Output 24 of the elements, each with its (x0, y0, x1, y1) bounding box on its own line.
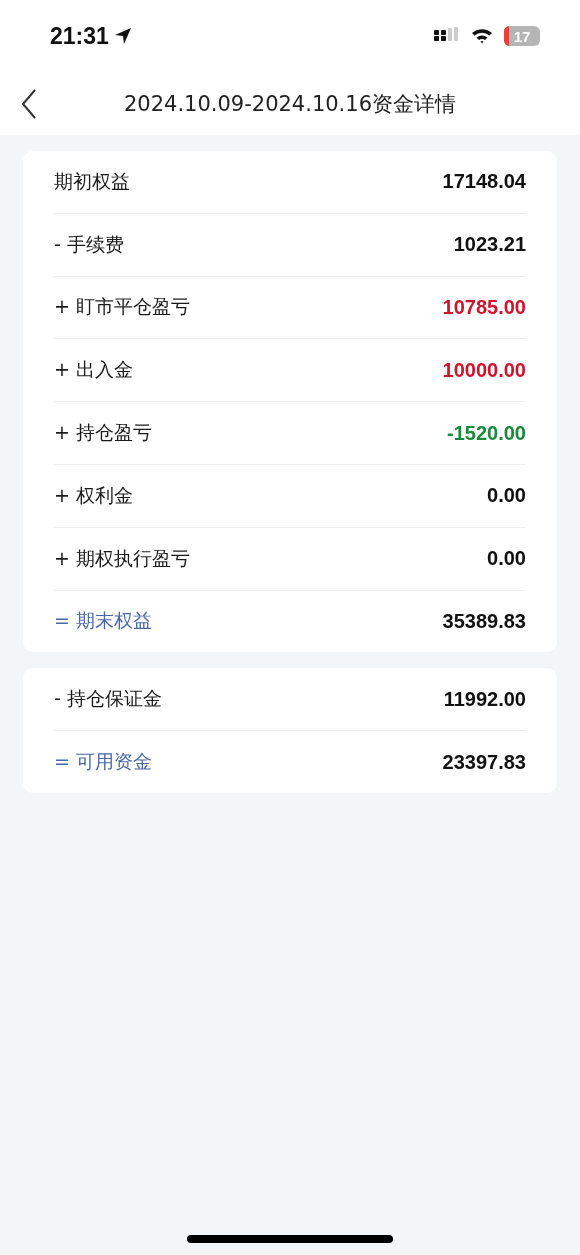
page-title: 2024.10.09-2024.10.16资金详情 (123, 90, 457, 118)
row-value: 10785.00 (442, 296, 526, 319)
row-value: 0.00 (487, 547, 526, 571)
row-label: + 盯市平仓盈亏 (54, 294, 190, 320)
row-label: + 持仓盈亏 (54, 420, 152, 446)
row-value: 17148.04 (442, 170, 526, 194)
row-value: 11992.00 (443, 687, 526, 711)
row-value: 1023.21 (453, 233, 526, 257)
row-value: 35389.83 (442, 609, 526, 633)
row-label: + 出入金 (54, 357, 133, 383)
row-label: = 可用资金 (54, 749, 152, 775)
wifi-icon (470, 27, 494, 45)
row-value: -1520.00 (447, 421, 526, 445)
row-label: = 期末权益 (54, 608, 152, 634)
row-label: - 手续费 (54, 231, 124, 257)
row-label: - 持仓保证金 (54, 686, 162, 712)
row-label: + 期权执行盈亏 (54, 545, 190, 571)
row-value: 23397.83 (442, 750, 526, 774)
status-time: 21:31 (50, 22, 109, 50)
row-value: 0.00 (487, 484, 526, 508)
row-label: + 权利金 (54, 482, 133, 508)
row-value: 10000.00 (442, 358, 526, 382)
row-label: 期初权益 (54, 168, 130, 194)
battery-icon: 17 (504, 26, 540, 46)
